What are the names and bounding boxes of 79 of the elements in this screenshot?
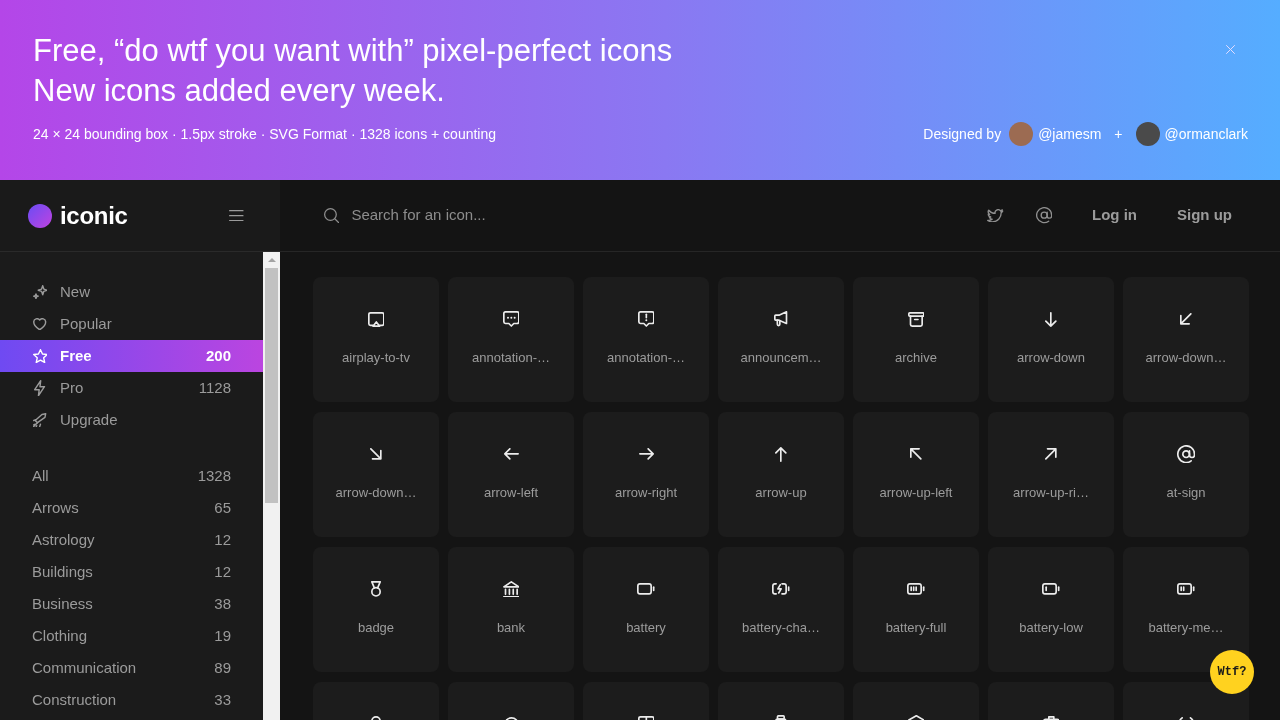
icon-card[interactable]: annotation-… [583,277,709,402]
icon-card[interactable]: at-sign [1123,412,1249,537]
category-item[interactable]: Construction 33 [0,684,263,716]
icon-card[interactable]: arrow-up [718,412,844,537]
icon-card[interactable]: arrow-left [448,412,574,537]
battery-low-icon [1042,583,1060,595]
speech-bubble-dots-icon [502,311,520,327]
sidebar-item[interactable]: Upgrade [0,404,263,436]
at-sign-icon [1176,444,1196,464]
arrow-right-icon [638,448,654,460]
avatar [1135,122,1160,146]
arrow-down-right-icon [370,448,382,460]
search-field[interactable]: Search for an icon... [351,204,672,227]
icon-card[interactable]: annotation-… [448,277,574,402]
speech-bubble-exclamation-icon [637,311,655,327]
category-item[interactable]: Business 38 [0,588,263,620]
scroll-up-arrow-icon[interactable] [267,258,276,262]
icon-card[interactable]: arrow-up-ri… [988,412,1114,537]
login-link[interactable]: Log in [1092,204,1137,227]
arrow-up-left-icon [910,448,922,460]
signup-link[interactable]: Sign up [1177,204,1232,227]
separator-text: + [1114,124,1123,144]
rocket-icon [33,412,47,428]
lightning-bolt-icon [34,379,46,397]
logo-icon [28,203,52,228]
logo-text: iconic [60,200,128,231]
icon-card[interactable]: battery-cha… [718,547,844,672]
icon-card[interactable]: badge [313,547,439,672]
search-icon [324,207,340,224]
bank-building-icon [502,580,520,598]
category-item[interactable]: Clothing 19 [0,620,263,652]
icon-card[interactable]: bank [448,547,574,672]
heart-icon [33,317,47,331]
sidebar-item[interactable]: Free 200 [0,340,263,372]
archive-box-icon [907,311,925,327]
star-icon [32,348,48,364]
icon-card[interactable]: airplay-to-tv [313,277,439,402]
battery-full-icon [907,583,925,595]
icon-card[interactable]: arrow-down [988,277,1114,402]
icon-card[interactable]: arrow-down… [313,412,439,537]
category-item[interactable]: Astrology 12 [0,524,263,556]
hero-subtitle: 24 × 24 bounding box · 1.5px stroke · SVG Format · 1328 icons + counting [33,125,498,144]
close-icon[interactable] [1226,45,1235,54]
category-item[interactable]: Arrows 65 [0,492,263,524]
icon-card[interactable]: arrow-right [583,412,709,537]
icon-card[interactable]: arrow-down… [1123,277,1249,402]
megaphone-icon [774,311,788,327]
menu-icon[interactable] [229,209,244,222]
bird-icon[interactable] [987,208,1004,223]
credit-label: Designed by [923,124,1002,144]
icon-card[interactable]: announcem… [718,277,844,402]
battery-half-icon [1177,583,1195,595]
medal-icon [371,581,381,597]
arrow-up-right-icon [1045,448,1057,460]
battery-bolt-icon [772,583,790,595]
icon-card[interactable]: archive [853,277,979,402]
arrow-up-icon [775,446,787,462]
headline: Free, “do wtf you want with” pixel-perfect icons [33,32,673,70]
headline: New icons added every week. [33,72,446,110]
battery-icon [637,583,655,595]
sidebar-item[interactable]: Pro 1128 [0,372,263,404]
category-item[interactable]: Buildings 12 [0,556,263,588]
screen-triangle-icon [367,311,385,327]
sidebar-item[interactable]: New [0,276,263,308]
at-sign-icon[interactable] [1035,207,1052,224]
icon-card[interactable]: battery-low [988,547,1114,672]
icon-card[interactable]: arrow-up-left [853,412,979,537]
arrow-down-left-icon [1180,313,1192,325]
icon-card[interactable]: battery-full [853,547,979,672]
category-item[interactable]: Communication 89 [0,652,263,684]
scrollbar[interactable] [263,252,280,720]
arrow-left-icon [503,448,519,460]
sparkles-icon [32,284,48,300]
avatar [1009,122,1034,146]
icon-card[interactable]: battery [583,547,709,672]
arrow-down-icon [1045,311,1057,327]
scrollbar-thumb[interactable] [265,268,278,503]
sidebar-item[interactable]: Popular [0,308,263,340]
category-item[interactable]: All 1328 [0,460,263,492]
